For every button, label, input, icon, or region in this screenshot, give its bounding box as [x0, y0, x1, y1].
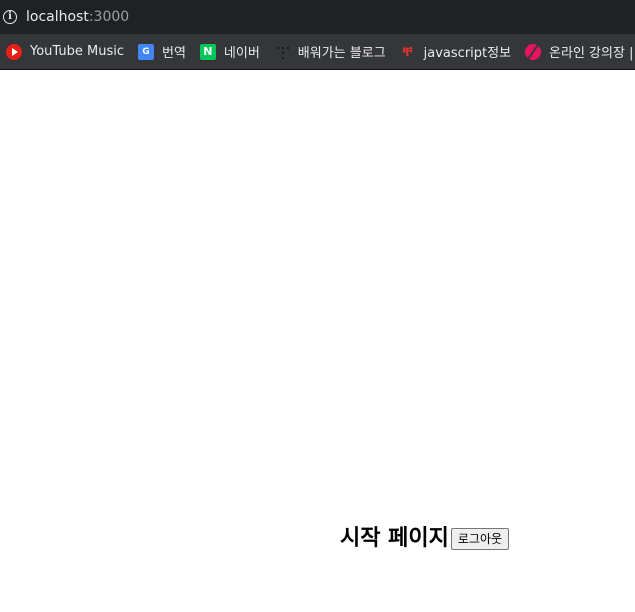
url-port: :3000	[88, 9, 130, 25]
bookmark-online-lecture[interactable]: 온라인 강의장 | 패	[519, 38, 635, 66]
youtube-music-icon	[6, 43, 22, 60]
browser-address-bar: i localhost:3000	[0, 0, 635, 34]
translate-icon: G	[137, 43, 154, 60]
bookmark-label: 배워가는 블로그	[297, 46, 386, 61]
bookmark-label: 온라인 강의장 | 패	[549, 46, 635, 61]
bookmarks-bar: YouTube Music G 번역 N 네이버 배워가는 블로그 ቸ java…	[0, 34, 635, 70]
info-icon[interactable]: i	[3, 10, 17, 24]
blog-dots-icon	[274, 44, 290, 60]
naver-icon: N	[199, 43, 216, 60]
bookmark-label: javascript정보	[423, 46, 512, 61]
start-header: 시작 페이지 로그아웃	[340, 525, 510, 553]
javascript-info-icon: ቸ	[402, 43, 413, 60]
bookmark-label: YouTube Music	[30, 44, 124, 59]
bookmark-label: 네이버	[223, 46, 260, 61]
bookmark-blog[interactable]: 배워가는 블로그	[268, 38, 394, 66]
url-field[interactable]: i localhost:3000	[0, 0, 129, 34]
bookmark-naver[interactable]: N 네이버	[194, 38, 268, 66]
url-host: localhost	[26, 9, 89, 25]
bookmark-youtube-music[interactable]: YouTube Music	[0, 38, 132, 66]
bookmark-translate[interactable]: G 번역	[132, 38, 194, 66]
bookmark-javascript-info[interactable]: ቸ javascript정보	[394, 38, 519, 66]
page-content: 시작 페이지 로그아웃	[0, 70, 635, 612]
bookmark-label: 번역	[161, 46, 186, 61]
page-title: 시작 페이지	[340, 526, 449, 551]
online-lecture-icon	[525, 43, 542, 60]
logout-button[interactable]: 로그아웃	[450, 528, 510, 550]
